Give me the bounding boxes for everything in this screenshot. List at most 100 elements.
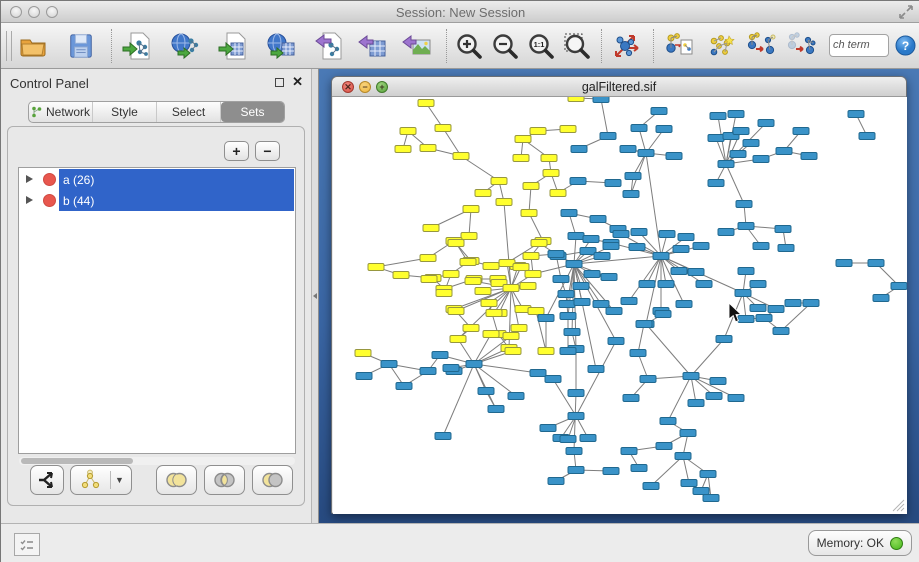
- network-node[interactable]: [736, 201, 752, 208]
- network-node[interactable]: [513, 155, 529, 162]
- network-node[interactable]: [448, 308, 464, 315]
- network-node[interactable]: [435, 125, 451, 132]
- network-node[interactable]: [728, 395, 744, 402]
- network-node[interactable]: [421, 276, 437, 283]
- disclosure-triangle-icon[interactable]: [26, 175, 33, 183]
- network-node[interactable]: [785, 300, 801, 307]
- network-node[interactable]: [568, 467, 584, 474]
- import-network-url-button[interactable]: [169, 30, 201, 62]
- network-node[interactable]: [531, 240, 547, 247]
- network-node[interactable]: [465, 278, 481, 285]
- network-node[interactable]: [708, 135, 724, 142]
- network-node[interactable]: [560, 436, 576, 443]
- resize-grip-icon[interactable]: [892, 499, 905, 512]
- scrollbar-thumb[interactable]: [21, 458, 133, 464]
- network-node[interactable]: [513, 264, 529, 271]
- network-node[interactable]: [660, 418, 676, 425]
- network-node[interactable]: [666, 153, 682, 160]
- network-node[interactable]: [656, 126, 672, 133]
- network-node[interactable]: [743, 140, 759, 147]
- network-node[interactable]: [450, 336, 466, 343]
- tab-style[interactable]: Style: [93, 102, 157, 122]
- network-node[interactable]: [538, 348, 554, 355]
- network-node[interactable]: [588, 366, 604, 373]
- network-node[interactable]: [631, 125, 647, 132]
- network-node[interactable]: [631, 465, 647, 472]
- network-node[interactable]: [420, 145, 436, 152]
- export-image-button[interactable]: [401, 30, 433, 62]
- network-node[interactable]: [400, 128, 416, 135]
- zoom-out-button[interactable]: [489, 30, 521, 62]
- network-node[interactable]: [688, 400, 704, 407]
- import-table-file-button[interactable]: [217, 30, 249, 62]
- network-node[interactable]: [801, 153, 817, 160]
- network-node[interactable]: [560, 126, 576, 133]
- network-node[interactable]: [396, 383, 412, 390]
- network-node[interactable]: [620, 146, 636, 153]
- network-node[interactable]: [636, 321, 652, 328]
- network-node[interactable]: [775, 226, 791, 233]
- network-node[interactable]: [443, 365, 459, 372]
- network-node[interactable]: [778, 245, 794, 252]
- network-node[interactable]: [868, 260, 884, 267]
- network-node[interactable]: [486, 310, 502, 317]
- split-set-button[interactable]: [30, 465, 64, 495]
- export-table-button[interactable]: [357, 30, 389, 62]
- save-session-button[interactable]: [65, 30, 97, 62]
- network-node[interactable]: [710, 113, 726, 120]
- network-node[interactable]: [355, 350, 371, 357]
- network-node[interactable]: [710, 378, 726, 385]
- network-node[interactable]: [773, 328, 789, 335]
- dropdown-arrow-icon[interactable]: ▼: [115, 475, 124, 485]
- network-node[interactable]: [678, 234, 694, 241]
- network-node[interactable]: [530, 128, 546, 135]
- network-node[interactable]: [568, 390, 584, 397]
- network-node[interactable]: [453, 153, 469, 160]
- network-node[interactable]: [559, 301, 575, 308]
- network-node[interactable]: [515, 136, 531, 143]
- network-node[interactable]: [629, 244, 645, 251]
- network-node[interactable]: [625, 173, 641, 180]
- network-node[interactable]: [523, 183, 539, 190]
- network-node[interactable]: [700, 471, 716, 478]
- network-node[interactable]: [571, 146, 587, 153]
- remove-set-button[interactable]: −: [255, 141, 280, 161]
- help-button[interactable]: ?: [895, 35, 916, 56]
- network-node[interactable]: [728, 111, 744, 118]
- network-node[interactable]: [460, 259, 476, 266]
- network-node[interactable]: [753, 156, 769, 163]
- network-node[interactable]: [553, 276, 569, 283]
- network-node[interactable]: [395, 146, 411, 153]
- set-difference-button[interactable]: [252, 465, 293, 495]
- panel-splitter[interactable]: [311, 69, 319, 523]
- network-node[interactable]: [558, 291, 574, 298]
- network-node[interactable]: [603, 243, 619, 250]
- network-node[interactable]: [730, 151, 746, 158]
- toolbar-drag-handle[interactable]: [6, 31, 12, 61]
- network-node[interactable]: [891, 283, 907, 290]
- network-node[interactable]: [491, 178, 507, 185]
- network-node[interactable]: [683, 373, 699, 380]
- network-node[interactable]: [631, 229, 647, 236]
- network-node[interactable]: [436, 290, 452, 297]
- network-frame[interactable]: ✕ − + galFiltered.sif: [331, 76, 907, 514]
- network-node[interactable]: [560, 348, 576, 355]
- network-node[interactable]: [836, 260, 852, 267]
- network-node[interactable]: [550, 190, 566, 197]
- network-node[interactable]: [680, 430, 696, 437]
- network-frame-titlebar[interactable]: ✕ − + galFiltered.sif: [332, 77, 906, 97]
- apply-preferred-layout-button[interactable]: [610, 30, 642, 62]
- import-network-file-button[interactable]: [121, 30, 153, 62]
- network-node[interactable]: [733, 128, 749, 135]
- select-nodes-from-set-button[interactable]: [705, 30, 737, 62]
- network-node[interactable]: [583, 236, 599, 243]
- network-node[interactable]: [573, 283, 589, 290]
- network-node[interactable]: [393, 272, 409, 279]
- network-node[interactable]: [584, 271, 600, 278]
- network-node[interactable]: [463, 325, 479, 332]
- network-node[interactable]: [735, 290, 751, 297]
- set-row-b[interactable]: b (44): [19, 190, 295, 211]
- network-node[interactable]: [481, 300, 497, 307]
- network-node[interactable]: [718, 161, 734, 168]
- open-session-button[interactable]: [17, 30, 49, 62]
